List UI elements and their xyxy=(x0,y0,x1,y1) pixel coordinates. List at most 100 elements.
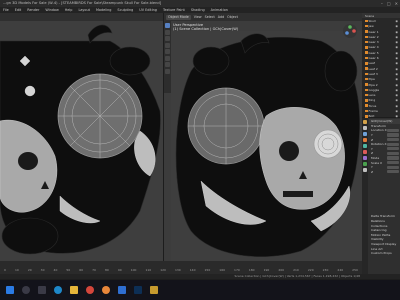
number-field[interactable] xyxy=(387,165,399,169)
add-menu[interactable]: Add xyxy=(218,15,224,19)
eye-icon[interactable]: ◉ xyxy=(395,72,398,76)
eye-icon[interactable]: ◉ xyxy=(395,24,398,28)
windows-icon[interactable] xyxy=(6,286,14,294)
object-icon xyxy=(365,72,368,76)
particles-tab-icon[interactable] xyxy=(363,150,367,154)
number-field[interactable] xyxy=(387,128,399,133)
eye-icon[interactable]: ◉ xyxy=(395,93,398,97)
menu-file[interactable]: File xyxy=(3,8,9,12)
eye-icon[interactable]: ◉ xyxy=(395,109,398,113)
physics-tab-icon[interactable] xyxy=(363,156,367,160)
tab-animation[interactable]: Animation xyxy=(211,8,228,12)
eye-icon[interactable]: ◉ xyxy=(395,45,398,49)
number-field[interactable] xyxy=(387,133,399,137)
eye-icon[interactable]: ◉ xyxy=(395,51,398,55)
eye-icon[interactable]: ◉ xyxy=(395,104,398,108)
menu-edit[interactable]: Edit xyxy=(15,8,22,12)
minimize-icon[interactable]: – xyxy=(381,1,383,6)
number-field[interactable] xyxy=(387,161,399,165)
task-view-icon[interactable] xyxy=(38,286,46,294)
os-taskbar xyxy=(0,280,400,300)
z-axis-icon[interactable] xyxy=(348,25,352,29)
edge-icon[interactable] xyxy=(54,286,62,294)
data-tab-icon[interactable] xyxy=(363,168,367,172)
eye-icon[interactable]: ◉ xyxy=(395,40,398,44)
eye-icon[interactable]: ◉ xyxy=(395,61,398,65)
eye-icon[interactable]: ◉ xyxy=(395,19,398,23)
object-icon xyxy=(365,30,368,33)
object-icon xyxy=(365,19,368,23)
properties-content: GCh|Cover(W) Transform Location X Y Z Ro… xyxy=(369,119,400,255)
tab-texture-paint[interactable]: Texture Paint xyxy=(163,8,185,12)
transform-tool-icon[interactable] xyxy=(165,55,170,61)
object-tab-icon[interactable] xyxy=(363,138,367,142)
number-field[interactable] xyxy=(387,147,399,151)
object-icon xyxy=(365,40,368,44)
annotate-tool-icon[interactable] xyxy=(165,62,170,67)
move-tool-icon[interactable] xyxy=(165,36,170,41)
tab-shading[interactable]: Shading xyxy=(191,8,205,12)
object-icon xyxy=(365,62,368,65)
menu-help[interactable]: Help xyxy=(65,8,73,12)
cursor-tool-icon[interactable] xyxy=(165,29,170,35)
blender-icon[interactable] xyxy=(102,286,110,294)
viewport-left[interactable] xyxy=(0,13,163,261)
number-field[interactable] xyxy=(387,170,399,174)
mode-dropdown[interactable]: Object Mode xyxy=(166,14,191,20)
rotate-tool-icon[interactable] xyxy=(165,42,170,48)
close-icon[interactable]: ✕ xyxy=(395,1,398,6)
render-tab-icon[interactable] xyxy=(363,126,367,130)
x-axis-icon[interactable] xyxy=(352,29,356,33)
y-axis-icon[interactable] xyxy=(345,31,349,35)
object-icon xyxy=(365,51,368,54)
chrome-icon[interactable] xyxy=(86,286,94,294)
menu-render[interactable]: Render xyxy=(27,8,39,12)
tool-shelf xyxy=(164,21,171,93)
tab-modeling[interactable]: Modeling xyxy=(96,8,111,12)
viewport-overlay-text: User Perspective (1) Scene Collection | … xyxy=(173,23,238,31)
object-icon xyxy=(365,88,368,92)
mail-icon[interactable] xyxy=(118,286,126,294)
search-icon[interactable] xyxy=(22,286,30,294)
tab-uv-editing[interactable]: UV Editing xyxy=(139,8,157,12)
eye-icon[interactable]: ◉ xyxy=(395,56,398,60)
eye-icon[interactable]: ◉ xyxy=(395,30,398,34)
number-field[interactable] xyxy=(387,138,399,142)
tab-layout[interactable]: Layout xyxy=(78,8,90,12)
eye-icon[interactable]: ◉ xyxy=(395,83,398,87)
object-icon xyxy=(365,83,368,86)
object-icon xyxy=(365,99,368,102)
folder-icon[interactable] xyxy=(150,286,158,294)
eye-icon[interactable]: ◉ xyxy=(395,35,398,39)
explorer-icon[interactable] xyxy=(70,286,78,294)
eye-icon[interactable]: ◉ xyxy=(395,98,398,102)
view-menu[interactable]: View xyxy=(194,15,202,19)
number-field[interactable] xyxy=(387,151,399,156)
tab-sculpting[interactable]: Sculpting xyxy=(117,8,133,12)
output-tab-icon[interactable] xyxy=(363,132,367,136)
navigation-gizmo[interactable] xyxy=(342,23,358,39)
object-icon xyxy=(365,24,368,28)
dropdown-field[interactable] xyxy=(387,156,399,160)
modifier-tab-icon[interactable] xyxy=(363,144,367,148)
eye-icon[interactable]: ◉ xyxy=(395,67,398,71)
object-menu[interactable]: Object xyxy=(227,15,238,19)
constraints-tab-icon[interactable] xyxy=(363,162,367,166)
window-titlebar: ...gn 3D Models For Sale (W-4) - [STEAMB… xyxy=(0,0,400,7)
viewport-right[interactable]: Object Mode View Select Add Object User … xyxy=(164,13,362,261)
eye-icon[interactable]: ◉ xyxy=(395,77,398,81)
select-menu[interactable]: Select xyxy=(205,15,215,19)
menu-window[interactable]: Window xyxy=(45,8,58,12)
section-header[interactable]: Custom Props xyxy=(369,251,400,256)
maximize-icon[interactable]: □ xyxy=(387,1,391,6)
photoshop-icon[interactable] xyxy=(134,286,142,294)
eye-icon[interactable]: ◉ xyxy=(395,88,398,92)
steampunk-skull-render-left xyxy=(0,21,163,261)
tool-tab-icon[interactable] xyxy=(363,120,367,124)
number-field[interactable] xyxy=(387,142,399,146)
measure-tool-icon[interactable] xyxy=(165,68,170,74)
scale-tool-icon[interactable] xyxy=(165,49,170,54)
select-tool-icon[interactable] xyxy=(165,23,170,28)
section-header[interactable]: Viewport Display xyxy=(369,242,400,247)
object-icon xyxy=(365,104,368,107)
